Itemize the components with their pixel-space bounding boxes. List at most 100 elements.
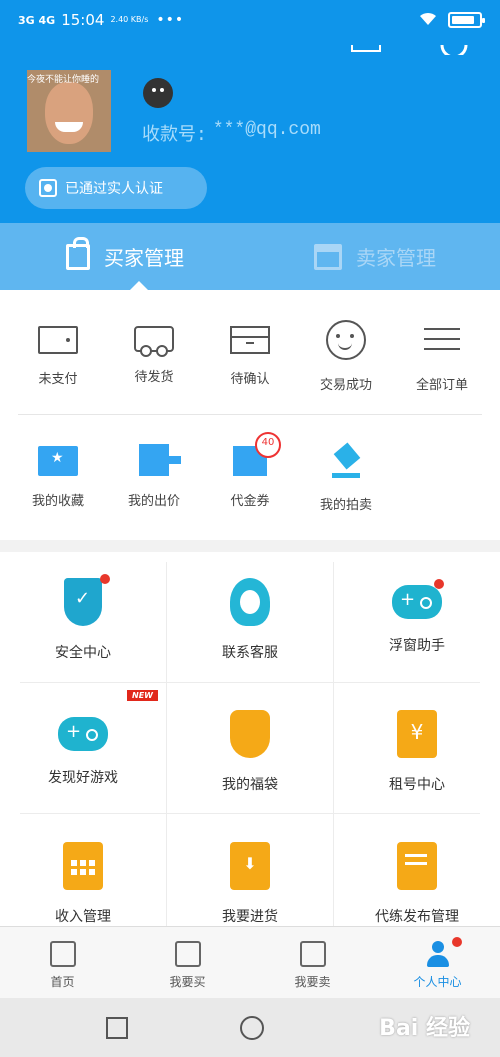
nav-personal-center[interactable]: 个人中心: [375, 927, 500, 998]
wifi-icon: [418, 10, 438, 30]
shortcut-label: 我的拍卖: [319, 498, 372, 513]
verified-badge-button[interactable]: 已通过实人认证: [25, 167, 207, 209]
gamepad-icon: [392, 579, 444, 619]
wallet-icon: [38, 326, 78, 354]
tab-seller-management[interactable]: 卖家管理: [250, 223, 500, 290]
service-label: 联系客服: [222, 645, 278, 661]
shortcut-label: 代金券: [230, 494, 270, 509]
shortcut-bids[interactable]: 我的出价: [106, 440, 202, 513]
service-income-management[interactable]: 收入管理: [0, 842, 166, 926]
notification-dot: [100, 574, 110, 584]
order-label: 未支付: [38, 372, 78, 387]
nav-label: 我要卖: [294, 975, 331, 989]
tab-buyer-management[interactable]: 买家管理: [0, 223, 250, 290]
order-to-confirm[interactable]: 待确认: [202, 320, 298, 393]
tab-label: 买家管理: [104, 246, 184, 270]
home-button[interactable]: [240, 1015, 264, 1040]
tab-label: 卖家管理: [356, 246, 436, 270]
store-icon: [299, 941, 326, 967]
customer-service-icon: [230, 578, 270, 626]
profile-header: 今夜不能让你睡的 收款号: ***@qq.com 已通过实人认证: [0, 40, 500, 223]
account-value: ***@qq.com: [212, 120, 321, 140]
order-label: 全部订单: [415, 378, 468, 393]
shortcut-auctions[interactable]: 我的拍卖: [298, 440, 394, 513]
verified-label: 已通过实人认证: [65, 181, 163, 197]
notification-dot: [452, 937, 462, 947]
service-label: 浮窗助手: [389, 638, 445, 654]
new-badge: NEW: [127, 690, 158, 701]
service-floating-assistant[interactable]: 浮窗助手: [334, 578, 500, 655]
service-security-center[interactable]: 安全中心: [0, 574, 166, 662]
divider: [20, 813, 480, 814]
shopping-bag-icon: [66, 236, 90, 270]
order-status-row: 未支付 待发货 待确认 交易成功 全部订单: [0, 320, 500, 393]
shopping-bag-icon: [230, 842, 270, 890]
service-label: 发现好游戏: [48, 770, 118, 786]
avatar[interactable]: 今夜不能让你睡的: [27, 70, 111, 152]
shortcut-favorites[interactable]: 我的收藏: [10, 440, 106, 513]
settings-icon[interactable]: [438, 40, 470, 59]
gamepad-icon: [58, 717, 108, 751]
order-label: 交易成功: [319, 378, 372, 393]
clock: 15:04: [61, 11, 105, 29]
face-scan-icon: [39, 179, 57, 197]
box-icon: [230, 326, 270, 354]
nav-sell[interactable]: 我要卖: [250, 927, 375, 998]
service-label: 我要进货: [222, 909, 278, 925]
active-tab-indicator: [130, 281, 148, 290]
service-lucky-bag[interactable]: 我的福袋: [167, 710, 333, 794]
shortcut-coupons[interactable]: 代金券: [202, 432, 298, 513]
user-level-icon[interactable]: [143, 78, 173, 108]
bid-icon: [139, 444, 181, 476]
battery-icon: [448, 12, 485, 28]
service-label: 收入管理: [55, 909, 111, 925]
shield-icon: [64, 574, 110, 626]
order-label: 待确认: [230, 372, 270, 387]
avatar-caption: 今夜不能让你睡的: [27, 75, 100, 85]
clipboard-yuan-icon: [397, 710, 437, 758]
user-icon: [425, 941, 451, 967]
lucky-bag-icon: [230, 710, 270, 758]
shopping-bag-icon: [174, 941, 201, 967]
nav-home[interactable]: 首页: [0, 927, 125, 998]
notification-dot: [434, 579, 444, 589]
order-completed[interactable]: 交易成功: [298, 320, 394, 393]
service-label: 租号中心: [389, 777, 445, 793]
home-icon: [49, 941, 76, 967]
divider: [20, 682, 480, 683]
message-icon[interactable]: [350, 40, 382, 59]
status-bar: 3G 4G 15:04 2.40 KB/s •••: [0, 0, 500, 40]
auction-icon: [326, 440, 366, 480]
service-rental-center[interactable]: 租号中心: [334, 710, 500, 794]
services-grid: 安全中心 联系客服 浮窗助手 发现好游戏 NEW 我的福袋 租号中心 收入管理 …: [0, 552, 500, 926]
coupon-icon: [233, 432, 281, 476]
bottom-navigation: 首页 我要买 我要卖 个人中心: [0, 926, 500, 998]
service-restock[interactable]: 我要进货: [167, 842, 333, 926]
calculator-icon: [63, 842, 103, 890]
recent-apps-button[interactable]: [106, 1016, 128, 1039]
truck-icon: [134, 326, 174, 357]
order-label: 待发货: [134, 370, 174, 385]
service-boosting-management[interactable]: 代练发布管理: [334, 842, 500, 926]
signal-indicator: 3G 4G: [18, 13, 56, 27]
nav-label: 我要买: [169, 975, 206, 989]
nav-label: 个人中心: [413, 975, 462, 989]
orders-panel: 未支付 待发货 待确认 交易成功 全部订单 我的收藏 我的出价: [0, 290, 500, 540]
network-speed: 2.40 KB/s: [110, 15, 149, 24]
nav-buy[interactable]: 我要买: [125, 927, 250, 998]
list-icon: [422, 320, 462, 360]
favorite-folder-icon: [38, 446, 78, 476]
note-icon: [397, 842, 437, 890]
account-number: 收款号: ***@qq.com: [142, 120, 321, 146]
service-discover-games[interactable]: 发现好游戏 NEW: [0, 690, 166, 787]
management-tabs: 买家管理 卖家管理: [0, 223, 500, 290]
shortcut-row: 我的收藏 我的出价 代金券 我的拍卖: [0, 432, 500, 513]
account-label: 收款号:: [142, 126, 207, 146]
divider: [18, 414, 482, 415]
nav-label: 首页: [50, 975, 75, 989]
order-to-ship[interactable]: 待发货: [106, 320, 202, 393]
more-notifications-icon: •••: [156, 12, 185, 28]
order-all[interactable]: 全部订单: [394, 320, 490, 393]
service-customer-support[interactable]: 联系客服: [167, 578, 333, 662]
order-unpaid[interactable]: 未支付: [10, 320, 106, 393]
